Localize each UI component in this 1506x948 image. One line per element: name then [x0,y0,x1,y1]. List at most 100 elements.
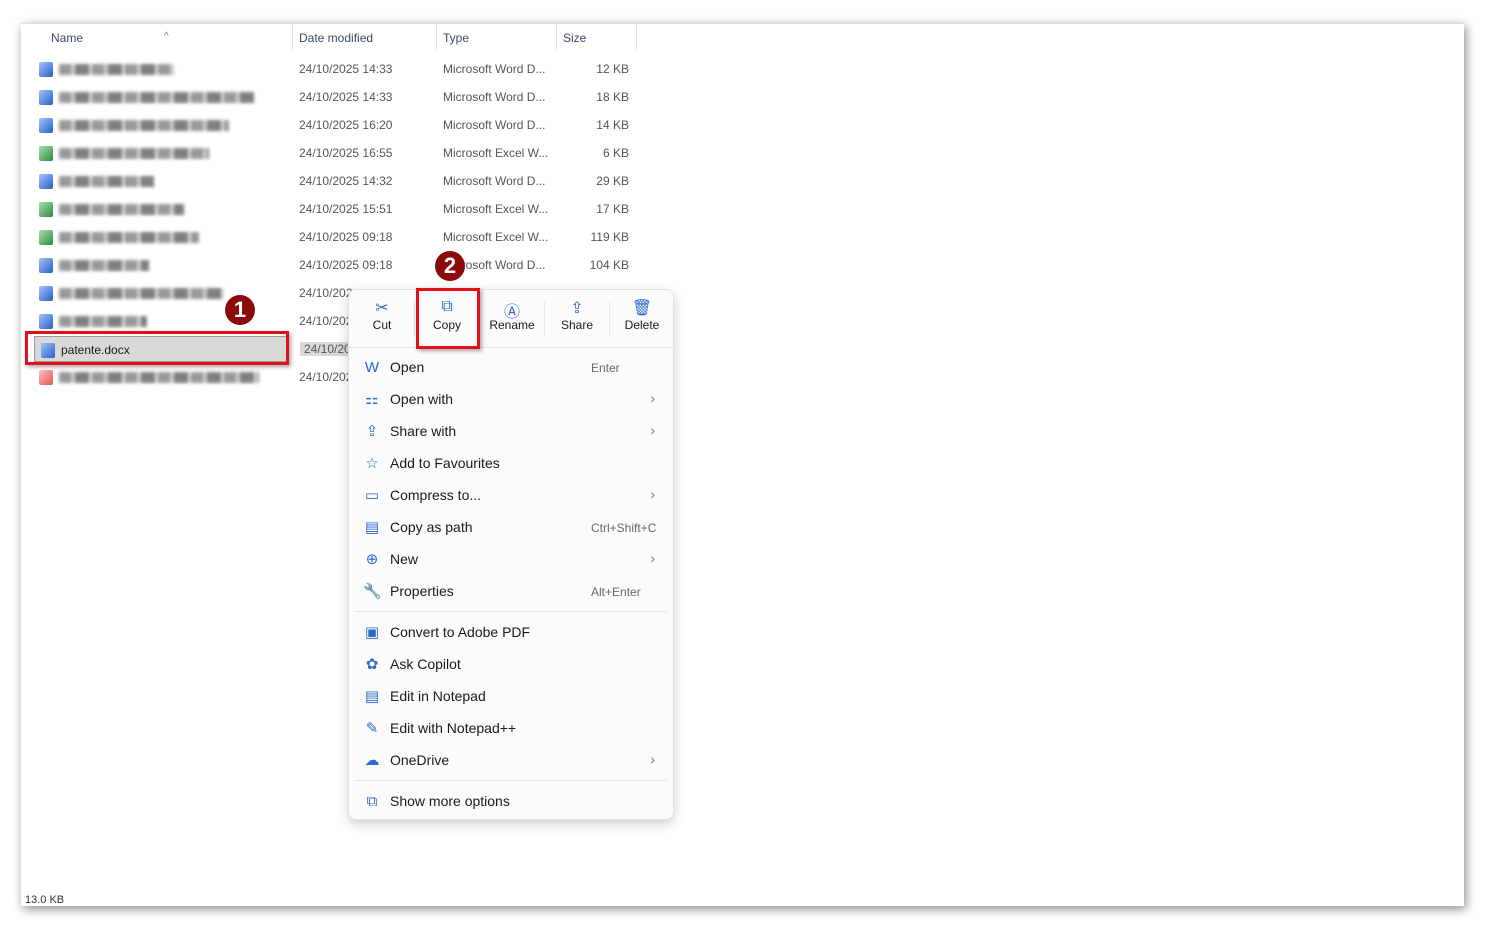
menu-item-properties[interactable]: 🔧 Properties Alt+Enter [349,576,673,608]
word-icon: W [364,359,380,376]
menu-item-onedrive[interactable]: ☁ OneDrive › [349,745,673,777]
menu-item-label: Properties [390,583,454,599]
file-size: 104 KB [589,258,629,272]
file-type: Microsoft Word D... [443,118,546,132]
menu-item-label: Show more options [390,793,510,809]
menu-item-label: Add to Favourites [390,455,500,471]
menu-item-label: Open [390,359,425,375]
menu-item-label: New [390,551,419,567]
column-type[interactable]: Type [443,31,469,45]
file-type: Microsoft Word D... [443,62,546,76]
word-file-icon [39,258,53,273]
file-size: 12 KB [596,62,629,76]
more-options-icon: ⧉ [366,793,378,810]
file-size: 29 KB [596,174,629,188]
menu-item-compress-to[interactable]: ▭ Compress to... › [349,480,673,512]
column-size[interactable]: Size [563,31,586,45]
share-with-icon: ⇪ [365,423,379,440]
chevron-right-icon: › [650,422,655,438]
cut-label: Cut [372,318,392,332]
file-row[interactable]: 24/10/2025 09:18 Microsoft Excel W... 119 … [33,224,1033,250]
file-type: Microsoft Word D... [443,174,546,188]
file-type: Microsoft Excel W... [443,202,549,216]
delete-button[interactable]: 🗑 Delete [612,298,672,344]
chevron-right-icon: › [650,486,655,502]
word-file-icon [39,174,53,189]
file-row[interactable]: 24/10/2025 16:55 Microsoft Excel W... 6 KB [33,140,1033,166]
menu-item-show-more-options[interactable]: ⧉ Show more options [349,786,673,818]
shortcut-label: Ctrl+Shift+C [591,521,657,535]
column-header: Name ^ Date modified Type Size [21,24,1464,52]
word-file-icon [39,90,53,105]
menu-separator [355,780,667,781]
share-label: Share [560,318,594,332]
file-row[interactable]: 24/10/2025 14:33 Microsoft Word D... 12 KB [33,56,1033,82]
adobe-pdf-icon: ▣ [364,624,380,641]
menu-item-label: Convert to Adobe PDF [390,624,531,640]
delete-label: Delete [624,318,660,332]
rename-button[interactable]: Ⓐ Rename [482,298,542,344]
column-name[interactable]: Name [51,31,83,45]
share-button[interactable]: ⇪ Share [547,298,607,344]
cut-button[interactable]: ✂ Cut [352,298,412,344]
path-icon: ▤ [364,519,380,536]
shortcut-label: Alt+Enter [591,585,641,599]
scissors-icon: ✂ [375,300,389,317]
notepadpp-icon: ✎ [365,720,379,737]
excel-file-icon [39,202,53,217]
file-name-redacted [59,288,224,299]
plus-circle-icon: ⊕ [365,551,379,568]
menu-item-label: Share with [390,423,457,439]
file-size: 18 KB [596,90,629,104]
open-with-icon: ⚏ [365,391,379,408]
menu-item-share-with[interactable]: ⇪ Share with › [349,416,673,448]
file-explorer-window: Name ^ Date modified Type Size 24/10/202… [21,23,1464,906]
word-file-icon [39,62,53,77]
file-row[interactable]: 24/10/2025 09:18 Microsoft Word D... 104 K… [33,252,1033,278]
menu-item-add-to-favourites[interactable]: ☆ Add to Favourites [349,448,673,480]
menu-item-label: Copy as path [390,519,473,535]
file-row[interactable]: 24/10/2025 15:51 Microsoft Excel W... 17 K… [33,196,1033,222]
highlight-copy-button [416,288,480,349]
file-date: 24/10/2025 16:55 [299,146,393,160]
trash-icon: 🗑 [631,300,653,317]
file-date: 24/10/202 [299,370,353,384]
file-size: 17 KB [596,202,629,216]
menu-item-open[interactable]: W Open Enter [349,352,673,384]
file-name-redacted [59,316,147,327]
menu-item-new[interactable]: ⊕ New › [349,544,673,576]
file-name-redacted [59,232,199,243]
menu-item-ask-copilot[interactable]: ✿ Ask Copilot [349,649,673,681]
menu-item-edit-in-notepad[interactable]: ▤ Edit in Notepad [349,681,673,713]
file-name-redacted [59,260,149,271]
file-date: 24/10/202 [299,286,353,300]
file-name-redacted [59,372,259,383]
rename-label: Rename [489,318,535,332]
file-date: 24/10/2025 09:18 [299,258,393,272]
menu-item-label: Edit with Notepad++ [390,720,517,736]
onedrive-icon: ☁ [364,752,380,769]
chevron-right-icon: › [650,751,655,767]
file-name-redacted [59,176,154,187]
file-row[interactable]: 24/10/2025 14:32 Microsoft Word D... 29 KB [33,168,1033,194]
file-type: Microsoft Excel W... [443,146,549,160]
file-name-redacted [59,204,184,215]
menu-item-open-with[interactable]: ⚏ Open with › [349,384,673,416]
context-menu: ✂ Cut ⧉ Copy Ⓐ Rename ⇪ Share 🗑 Delete W Open Enter… [348,289,674,820]
rename-icon: Ⓐ [503,304,520,321]
step-badge-1: 1 [225,295,255,325]
menu-item-edit-with-notepad[interactable]: ✎ Edit with Notepad++ [349,713,673,745]
menu-item-label: Open with [390,391,454,407]
file-name-redacted [59,64,174,75]
step-badge-2: 2 [435,251,465,281]
file-row[interactable]: 24/10/2025 16:20 Microsoft Word D... 14 KB [33,112,1033,138]
menu-item-copy-as-path[interactable]: ▤ Copy as path Ctrl+Shift+C [349,512,673,544]
shortcut-label: Enter [591,361,620,375]
file-type: Microsoft Word D... [443,90,546,104]
file-row[interactable]: 24/10/2025 14:33 Microsoft Word D... 18 KB [33,84,1033,110]
word-file-icon [39,314,53,329]
column-date-modified[interactable]: Date modified [299,31,373,45]
menu-item-convert-to-adobe-pdf[interactable]: ▣ Convert to Adobe PDF [349,617,673,649]
zip-folder-icon: ▭ [364,487,380,504]
file-name-redacted [59,148,209,159]
